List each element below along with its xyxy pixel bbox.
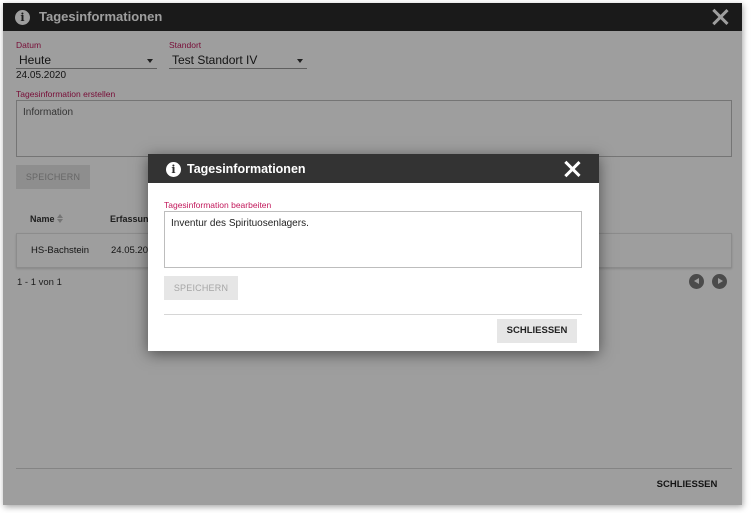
modal-close-button[interactable]: SCHLIESSEN bbox=[497, 319, 577, 343]
divider bbox=[164, 314, 582, 315]
close-icon[interactable] bbox=[563, 160, 581, 178]
edit-info-textarea[interactable]: Inventur des Spirituosenlagers. bbox=[164, 211, 582, 268]
edit-info-label: Tagesinformation bearbeiten bbox=[164, 200, 272, 210]
modal-title: Tagesinformationen bbox=[187, 162, 306, 176]
modal-save-button[interactable]: SPEICHERN bbox=[164, 276, 238, 300]
modal-titlebar: i Tagesinformationen bbox=[148, 154, 599, 183]
edit-info-modal: i Tagesinformationen Tagesinformation be… bbox=[148, 154, 599, 351]
info-icon: i bbox=[166, 162, 181, 177]
